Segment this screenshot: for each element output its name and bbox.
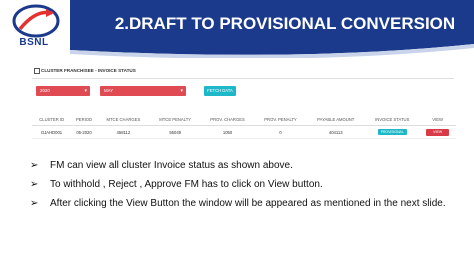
panel-title-text: CLUSTER FRANCHISEE - INVOICE STATUS xyxy=(41,68,136,74)
year-select-value: 2020 xyxy=(40,88,50,93)
chevron-down-icon: ▾ xyxy=(180,88,183,94)
year-select[interactable]: 2020 ▾ xyxy=(36,86,90,96)
bullet-item: ➢ To withhold , Reject , Approve FM has … xyxy=(30,179,460,191)
table-row: DJAHD001 05-2020 458112 55049 1050 0 404… xyxy=(32,125,456,139)
col-payable-amount: PAYABLE AMOUNT xyxy=(306,114,366,126)
col-prov-charges: PROV. CHARGES xyxy=(200,114,255,126)
slide-title: 2.DRAFT TO PROVISIONAL CONVERSION xyxy=(114,14,456,33)
col-period: PERIOD xyxy=(71,114,97,126)
logo-text: BSNL xyxy=(19,37,49,48)
cell-mtce-penalty: 55049 xyxy=(150,125,201,139)
cell-mtce-charges: 458112 xyxy=(96,125,151,139)
bullet-item: ➢ FM can view all cluster Invoice status… xyxy=(30,160,460,172)
month-select[interactable]: MAY ▾ xyxy=(100,86,186,96)
bullet-list: ➢ FM can view all cluster Invoice status… xyxy=(30,160,460,217)
view-button[interactable]: VIEW xyxy=(426,128,450,136)
chevron-down-icon: ▾ xyxy=(84,88,87,94)
divider xyxy=(32,78,454,79)
month-select-value: MAY xyxy=(104,88,114,93)
cell-period: 05-2020 xyxy=(71,125,97,139)
cell-invoice-status: PROVISIONAL xyxy=(365,125,420,139)
invoice-status-panel: CLUSTER FRANCHISEE - INVOICE STATUS 2020… xyxy=(32,64,456,154)
cell-prov-charges: 1050 xyxy=(200,125,255,139)
panel-title: CLUSTER FRANCHISEE - INVOICE STATUS xyxy=(34,68,136,74)
cell-prov-penalty: 0 xyxy=(254,125,307,139)
col-prov-penalty: PROV. PENALTY xyxy=(254,114,307,126)
arrow-bullet-icon: ➢ xyxy=(30,198,39,209)
col-mtce-penalty: MTCE PENALTY xyxy=(150,114,201,126)
fetch-data-button[interactable]: FETCH DATA xyxy=(204,86,236,96)
status-badge: PROVISIONAL xyxy=(377,129,407,135)
cell-cluster-id: DJAHD001 xyxy=(32,125,72,139)
col-view: VIEW xyxy=(419,114,456,126)
arrow-bullet-icon: ➢ xyxy=(30,160,39,171)
slide-header: BSNL 2.DRAFT TO PROVISIONAL CONVERSION xyxy=(0,0,474,58)
col-cluster-id: CLUSTER ID xyxy=(32,114,72,126)
bullet-item: ➢ After clicking the View Button the win… xyxy=(30,198,460,210)
arrow-bullet-icon: ➢ xyxy=(30,179,39,190)
col-mtce-charges: MTCE CHARGES xyxy=(96,114,151,126)
invoice-table: CLUSTER ID PERIOD MTCE CHARGES MTCE PENA… xyxy=(32,114,456,139)
table-header-row: CLUSTER ID PERIOD MTCE CHARGES MTCE PENA… xyxy=(32,114,456,126)
bullet-text: After clicking the View Button the windo… xyxy=(50,198,446,209)
cell-view: VIEW xyxy=(419,125,456,139)
bullet-text: FM can view all cluster Invoice status a… xyxy=(50,160,293,171)
list-icon xyxy=(34,68,40,74)
bullet-text: To withhold , Reject , Approve FM has to… xyxy=(50,179,323,190)
cell-payable-amount: 404113 xyxy=(306,125,366,139)
col-invoice-status: INVOICE STATUS xyxy=(365,114,420,126)
